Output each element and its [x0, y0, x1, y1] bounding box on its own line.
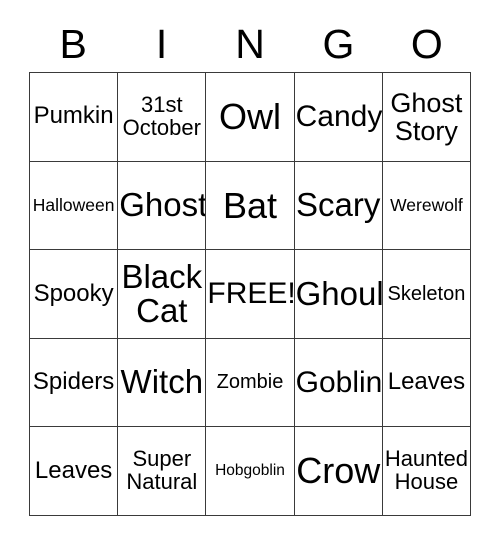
bingo-row: Spooky Black Cat FREE! Ghoul Skeleton	[30, 250, 472, 339]
bingo-cell-r0-c2[interactable]: Owl	[206, 73, 295, 162]
bingo-cell-r4-c3[interactable]: Crow	[294, 427, 383, 516]
bingo-cell-r2-c1[interactable]: Black Cat	[118, 250, 207, 339]
bingo-cell-label: Owl	[219, 96, 281, 138]
bingo-header-letter-1: I	[155, 20, 168, 67]
bingo-row: Leaves Super Natural Hobgoblin Crow Haunted …	[30, 427, 472, 516]
bingo-header-letter-0: B	[59, 20, 87, 67]
bingo-cell-r1-c4[interactable]: Werewolf	[382, 161, 472, 251]
bingo-cell-label: Witch	[120, 363, 204, 401]
bingo-header-letter-4: O	[410, 20, 443, 67]
bingo-grid: Pumkin 31st October Owl Candy Ghost Story Hal…	[29, 72, 472, 516]
bingo-header: BINGO	[29, 16, 471, 72]
bingo-cell-r0-c0[interactable]: Pumkin	[30, 73, 119, 162]
bingo-cell-label: FREE!	[207, 277, 295, 311]
bingo-cell-r4-c4[interactable]: Haunted House	[382, 427, 472, 516]
bingo-cell-label: Candy	[295, 100, 383, 134]
bingo-cell-r3-c0[interactable]: Spiders	[30, 338, 119, 428]
bingo-cell-label: Black Cat	[121, 257, 203, 329]
bingo-cell-r2-c3[interactable]: Ghoul	[294, 250, 383, 339]
bingo-row: Spiders Witch Zombie Goblin Leaves	[30, 338, 472, 428]
bingo-cell-r3-c1[interactable]: Witch	[118, 338, 207, 428]
bingo-cell-label: Skeleton	[387, 282, 466, 305]
bingo-cell-r1-c1[interactable]: Ghost	[118, 161, 207, 251]
bingo-cell-label: Ghoul	[295, 274, 383, 312]
bingo-cell-r0-c1[interactable]: 31st October	[118, 73, 207, 162]
bingo-cell-r4-c0[interactable]: Leaves	[30, 427, 119, 516]
bingo-cell-r3-c2[interactable]: Zombie	[206, 338, 295, 428]
bingo-cell-r2-c0[interactable]: Spooky	[30, 250, 119, 339]
bingo-cell-label: Spiders	[32, 368, 115, 396]
bingo-header-letter-2: N	[235, 20, 265, 67]
bingo-cell-r0-c3[interactable]: Candy	[294, 73, 383, 162]
bingo-header-letter-3: G	[322, 20, 355, 67]
bingo-cell-r0-c4[interactable]: Ghost Story	[382, 73, 472, 162]
bingo-cell-r3-c3[interactable]: Goblin	[294, 338, 383, 428]
bingo-cell-label: Leaves	[387, 368, 466, 396]
bingo-cell-label: Ghost	[119, 186, 207, 224]
bingo-cell-label: Spooky	[33, 279, 114, 307]
bingo-cell-r1-c0[interactable]: Halloween	[30, 161, 119, 251]
bingo-cell-label: Werewolf	[390, 195, 463, 216]
bingo-cell-label: Bat	[222, 184, 278, 226]
bingo-row: Halloween Ghost Bat Scary Werewolf	[30, 161, 472, 251]
bingo-cell-label: Hobgoblin	[215, 462, 285, 480]
bingo-cell-label: Crow	[296, 450, 381, 492]
bingo-cell-r4-c2[interactable]: Hobgoblin	[206, 427, 295, 516]
bingo-cell-label: Goblin	[295, 365, 383, 399]
bingo-cell-label: Super Natural	[126, 446, 198, 495]
bingo-cell-r2-c2[interactable]: FREE!	[206, 250, 295, 339]
bingo-cell-r1-c3[interactable]: Scary	[294, 161, 383, 251]
bingo-cell-label: Scary	[296, 186, 381, 224]
bingo-cell-r2-c4[interactable]: Skeleton	[382, 250, 472, 339]
bingo-cell-label: Haunted House	[384, 446, 468, 495]
bingo-cell-label: Halloween	[32, 195, 115, 216]
bingo-cell-label: Ghost Story	[390, 87, 463, 146]
bingo-cell-label: Pumkin	[33, 102, 114, 130]
bingo-card: B I N G O Pumkin 31st October Owl Candy Ghost St…	[0, 0, 500, 544]
bingo-row: Pumkin 31st October Owl Candy Ghost Story	[30, 73, 472, 162]
bingo-cell-r1-c2[interactable]: Bat	[206, 161, 295, 251]
bingo-cell-r3-c4[interactable]: Leaves	[382, 338, 472, 428]
bingo-cell-r4-c1[interactable]: Super Natural	[118, 427, 207, 516]
bingo-cell-label: Leaves	[34, 456, 113, 484]
bingo-cell-label: 31st October	[122, 91, 201, 140]
bingo-cell-label: Zombie	[216, 371, 284, 394]
